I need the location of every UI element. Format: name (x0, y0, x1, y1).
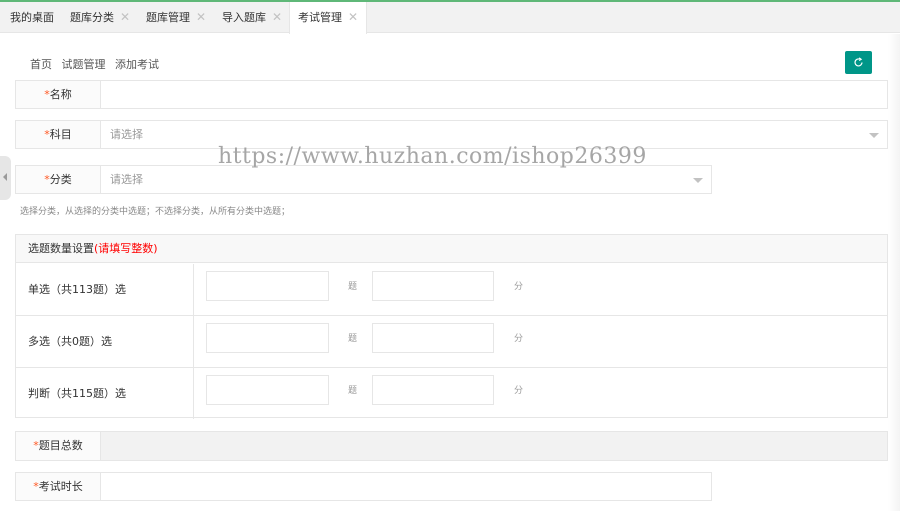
close-icon[interactable]: ✕ (272, 10, 282, 24)
name-row: *名称 (15, 80, 888, 109)
category-select[interactable]: 请选择 (102, 166, 711, 193)
score-unit: 分 (514, 282, 524, 292)
tab-my-desktop[interactable]: 我的桌面 (10, 2, 54, 33)
breadcrumb: 首页 试题管理 添加考试 (30, 56, 165, 72)
watermark: https://www.huzhan.com/ishop26399 (218, 144, 647, 169)
tab-import-question-bank[interactable]: 导入题库 ✕ (222, 2, 282, 33)
tab-label: 题库管理 (146, 11, 190, 24)
close-icon[interactable]: ✕ (196, 10, 206, 24)
question-settings-panel: 选题数量设置(请填写整数) 单选（共113题）选 题 分 多选（共0题）选 题 … (15, 234, 888, 420)
subject-label: *科目 (16, 121, 101, 148)
multi-choice-row: 多选（共0题）选 题 分 (16, 316, 887, 368)
tab-bar: 我的桌面 题库分类 ✕ 题库管理 ✕ 导入题库 ✕ 考试管理 ✕ (0, 0, 900, 34)
category-label: *分类 (16, 166, 101, 193)
chevron-left-icon (3, 173, 7, 181)
refresh-button[interactable] (845, 51, 872, 74)
question-settings-header: 选题数量设置(请填写整数) (16, 235, 887, 263)
single-choice-count-input[interactable] (206, 271, 329, 301)
category-row: *分类 请选择 (15, 165, 712, 194)
score-unit: 分 (514, 334, 524, 344)
question-settings-title: 选题数量设置 (28, 242, 94, 255)
tab-question-bank-manage[interactable]: 题库管理 ✕ (146, 2, 206, 33)
count-unit: 题 (348, 282, 358, 292)
total-questions-label: *题目总数 (16, 432, 101, 460)
exam-duration-input[interactable] (102, 473, 711, 500)
subject-label-text: 科目 (49, 128, 72, 141)
single-choice-score-input[interactable] (372, 271, 494, 301)
exam-duration-label-text: 考试时长 (38, 480, 83, 493)
exam-duration-label: *考试时长 (16, 473, 101, 500)
single-choice-row: 单选（共113题）选 题 分 (16, 264, 887, 316)
close-icon[interactable]: ✕ (120, 10, 130, 24)
total-questions-label-text: 题目总数 (38, 439, 83, 452)
category-hint: 选择分类，从选择的分类中选题；不选择分类，从所有分类中选题； (20, 207, 291, 217)
chevron-down-icon (693, 178, 703, 183)
breadcrumb-add-exam: 添加考试 (115, 58, 159, 71)
tab-label: 考试管理 (298, 11, 342, 24)
tab-question-bank-category[interactable]: 题库分类 ✕ (70, 2, 130, 33)
score-unit: 分 (514, 386, 524, 396)
total-questions-row: *题目总数 (15, 431, 888, 461)
scroll-edge (888, 34, 900, 511)
integer-note: (请填写整数) (94, 242, 158, 255)
tab-label: 我的桌面 (10, 11, 54, 24)
count-unit: 题 (348, 334, 358, 344)
name-label: *名称 (16, 81, 101, 108)
count-unit: 题 (348, 386, 358, 396)
tab-label: 题库分类 (70, 11, 114, 24)
multi-choice-score-input[interactable] (372, 323, 494, 353)
close-icon[interactable]: ✕ (348, 10, 358, 24)
chevron-down-icon (869, 133, 879, 138)
subject-placeholder: 请选择 (110, 128, 143, 141)
true-false-row: 判断（共115题）选 题 分 (16, 368, 887, 420)
breadcrumb-home[interactable]: 首页 (30, 58, 52, 71)
category-placeholder: 请选择 (110, 173, 143, 186)
single-choice-label: 单选（共113题）选 (16, 264, 194, 315)
true-false-label: 判断（共115题）选 (16, 368, 194, 419)
sidebar-toggle-handle[interactable] (0, 156, 11, 200)
breadcrumb-question-manage[interactable]: 试题管理 (62, 58, 106, 71)
refresh-icon (854, 57, 863, 67)
multi-choice-label: 多选（共0题）选 (16, 316, 194, 367)
category-label-text: 分类 (49, 173, 72, 186)
name-label-text: 名称 (49, 88, 72, 101)
true-false-score-input[interactable] (372, 375, 494, 405)
tab-label: 导入题库 (222, 11, 266, 24)
multi-choice-count-input[interactable] (206, 323, 329, 353)
name-input[interactable] (102, 81, 887, 108)
tab-exam-manage[interactable]: 考试管理 ✕ (289, 2, 368, 34)
true-false-count-input[interactable] (206, 375, 329, 405)
exam-duration-row: *考试时长 (15, 472, 712, 501)
